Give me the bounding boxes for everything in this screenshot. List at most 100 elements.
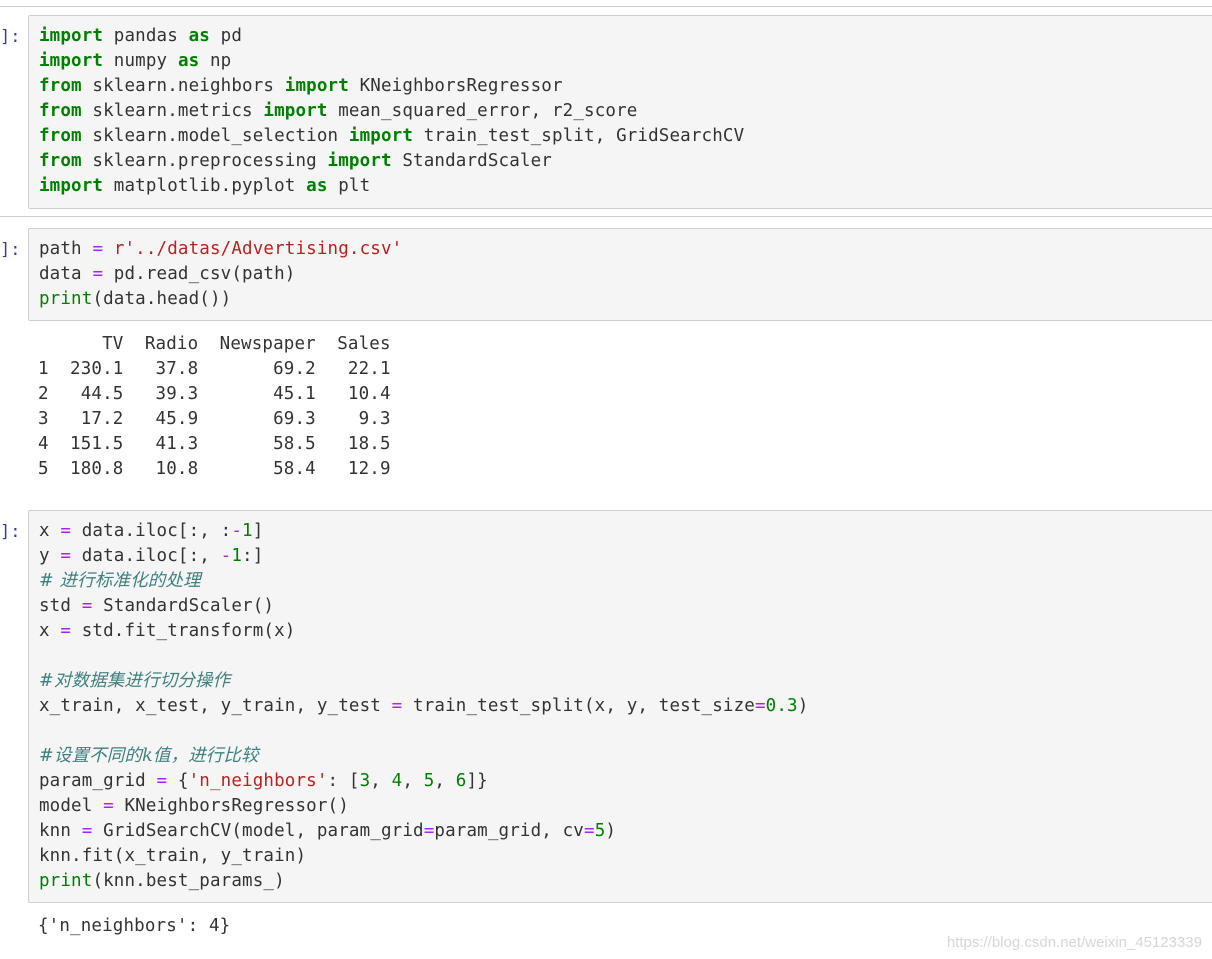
code-token: StandardScaler(): [92, 596, 275, 616]
code-token: pd: [210, 26, 243, 46]
cell-divider: [0, 216, 1212, 217]
code-line: path = r'../datas/Advertising.csv': [39, 237, 1212, 262]
code-token: =: [60, 521, 72, 541]
code-token: =: [60, 621, 72, 641]
output-line: 5 180.8 10.8 58.4 12.9: [38, 459, 391, 479]
code-token: pandas: [103, 26, 189, 46]
code-token: sklearn.model_selection: [81, 126, 349, 146]
code-token: (knn.best_params_): [92, 871, 285, 891]
cell-2-output: TV Radio Newspaper Sales 1 230.1 37.8 69.…: [38, 332, 391, 482]
code-token: KNeighborsRegressor: [348, 76, 563, 96]
code-token: import: [284, 76, 349, 96]
code-token: #设置不同的k值，进行比较: [39, 746, 259, 766]
code-token: knn.fit(x_train, y_train): [39, 846, 307, 866]
code-token: pd.read_csv(path): [103, 264, 296, 284]
code-token: import: [39, 26, 104, 46]
code-token: {: [167, 771, 189, 791]
code-token: StandardScaler: [391, 151, 552, 171]
code-token: r'../datas/Advertising.csv': [113, 239, 403, 259]
code-token: x_train, x_test, y_train, y_test: [39, 696, 392, 716]
code-line: # 进行标准化的处理: [39, 569, 1212, 594]
code-token: =: [103, 796, 114, 816]
code-token: path: [39, 239, 93, 259]
cell-1-prompt: ]:: [0, 27, 21, 47]
code-token: sklearn.metrics: [81, 101, 264, 121]
code-line: x = std.fit_transform(x): [39, 619, 1212, 644]
code-line: y = data.iloc[:, -1:]: [39, 544, 1212, 569]
code-token: =: [81, 821, 93, 841]
code-token: 1: [231, 546, 243, 566]
code-line: #设置不同的k值，进行比较: [39, 744, 1212, 769]
code-line: from sklearn.model_selection import trai…: [39, 124, 1212, 149]
code-cell-knn-gridsearch[interactable]: x = data.iloc[:, :-1] y = data.iloc[:, -1…: [28, 510, 1212, 903]
code-token: std: [39, 596, 82, 616]
code-line: x = data.iloc[:, :-1]: [39, 519, 1212, 544]
code-token: : [: [327, 771, 360, 791]
code-token: ): [797, 696, 809, 716]
code-token: 5: [423, 771, 435, 791]
code-line: std = StandardScaler(): [39, 594, 1212, 619]
code-token: 1: [242, 521, 253, 541]
code-line: print(data.head()): [39, 287, 1212, 312]
code-token: from: [39, 76, 82, 96]
code-token: model: [39, 796, 104, 816]
code-token: param_grid, cv: [434, 821, 584, 841]
code-token: KNeighborsRegressor(): [113, 796, 349, 816]
code-token: =: [156, 771, 168, 791]
code-line: import numpy as np: [39, 49, 1212, 74]
code-token: 4: [391, 771, 403, 791]
code-token: ,: [402, 771, 424, 791]
code-token: plt: [327, 176, 371, 196]
code-token: print: [39, 871, 93, 891]
output-line: {'n_neighbors': 4}: [38, 916, 231, 936]
code-token: 'n_neighbors': [188, 771, 328, 791]
code-line: param_grid = {'n_neighbors': [3, 4, 5, 6…: [39, 769, 1212, 794]
code-cell-read-csv[interactable]: path = r'../datas/Advertising.csv' data =…: [28, 228, 1212, 321]
code-token: #对数据集进行切分操作: [39, 671, 231, 691]
code-line: #对数据集进行切分操作: [39, 669, 1212, 694]
code-token: data.iloc[:,: [71, 546, 221, 566]
code-token: data.iloc[:, :: [71, 521, 232, 541]
code-token: import: [39, 51, 104, 71]
code-token: ,: [370, 771, 392, 791]
code-token: =: [423, 821, 435, 841]
code-line: from sklearn.preprocessing import Standa…: [39, 149, 1212, 174]
code-token: numpy: [103, 51, 178, 71]
code-token: =: [754, 696, 766, 716]
code-token: from: [39, 101, 82, 121]
code-token: ): [605, 821, 617, 841]
code-line: model = KNeighborsRegressor(): [39, 794, 1212, 819]
code-line: x_train, x_test, y_train, y_test = train…: [39, 694, 1212, 719]
output-line: 1 230.1 37.8 69.2 22.1: [38, 359, 391, 379]
code-token: =: [391, 696, 403, 716]
code-token: GridSearchCV(model, param_grid: [92, 821, 424, 841]
code-line: import matplotlib.pyplot as plt: [39, 174, 1212, 199]
code-line: data = pd.read_csv(path): [39, 262, 1212, 287]
code-token: sklearn.preprocessing: [81, 151, 328, 171]
output-line: TV Radio Newspaper Sales: [38, 334, 391, 354]
code-token: mean_squared_error, r2_score: [327, 101, 638, 121]
code-line: from sklearn.neighbors import KNeighbors…: [39, 74, 1212, 99]
code-token: 6: [455, 771, 467, 791]
code-token: print: [39, 289, 93, 309]
code-token: =: [92, 264, 104, 284]
code-token: =: [92, 239, 104, 259]
code-token: np: [199, 51, 232, 71]
code-token: matplotlib.pyplot: [103, 176, 307, 196]
code-token: 3: [359, 771, 371, 791]
output-line: 2 44.5 39.3 45.1 10.4: [38, 384, 391, 404]
code-token: import: [39, 176, 104, 196]
cell-3-output: {'n_neighbors': 4}: [38, 914, 230, 939]
code-token: import: [327, 151, 392, 171]
code-token: -: [231, 521, 243, 541]
code-token: data: [39, 264, 93, 284]
code-token: =: [81, 596, 93, 616]
code-token: import: [348, 126, 414, 146]
code-cell-imports[interactable]: import pandas as pd import numpy as np fro…: [28, 15, 1212, 209]
code-line: knn.fit(x_train, y_train): [39, 844, 1212, 869]
code-token: sklearn.neighbors: [81, 76, 285, 96]
code-token: -: [220, 546, 232, 566]
